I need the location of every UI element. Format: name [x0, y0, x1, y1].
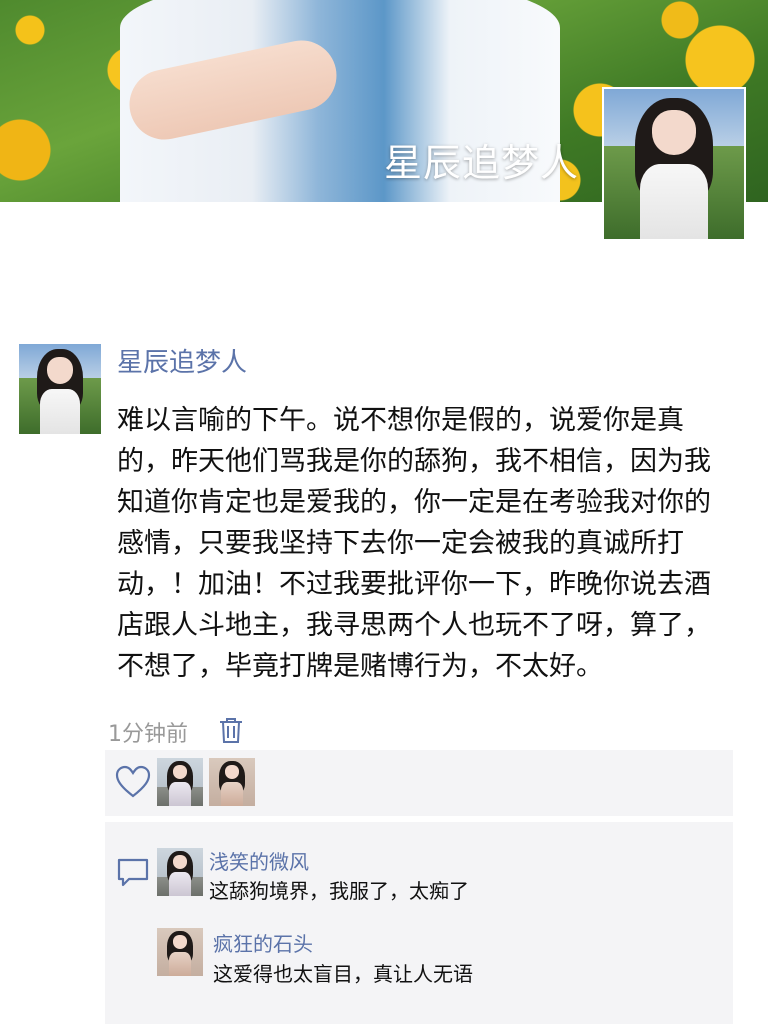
- comment-text: 这舔狗境界，我服了，太痴了: [209, 879, 469, 903]
- like-avatar[interactable]: [157, 758, 203, 806]
- comment-text: 这爱得也太盲目，真让人无语: [213, 962, 473, 986]
- commenter-name[interactable]: 浅笑的微风: [209, 846, 309, 875]
- comment-bubble-icon[interactable]: [115, 856, 151, 890]
- cover-username: 星辰追梦人: [384, 141, 580, 185]
- post-text: 难以言喻的下午。说不想你是假的，说爱你是真的，昨天他们骂我是你的舔狗，我不相信，…: [117, 405, 711, 682]
- post-author-avatar[interactable]: [19, 344, 101, 434]
- like-avatar[interactable]: [209, 758, 255, 806]
- commenter-avatar[interactable]: [157, 928, 203, 976]
- post-author-name[interactable]: 星辰追梦人: [117, 342, 247, 379]
- comments-panel: 浅笑的微风 这舔狗境界，我服了，太痴了 疯狂的石头 这爱得也太盲目，真让人无语: [105, 822, 733, 1024]
- likes-panel: [105, 750, 733, 816]
- profile-avatar[interactable]: [602, 87, 746, 241]
- trash-icon[interactable]: [218, 716, 244, 744]
- heart-icon[interactable]: [115, 765, 151, 799]
- commenter-name[interactable]: 疯狂的石头: [213, 928, 313, 957]
- commenter-avatar[interactable]: [157, 848, 203, 896]
- post-timestamp: 1分钟前: [108, 722, 188, 747]
